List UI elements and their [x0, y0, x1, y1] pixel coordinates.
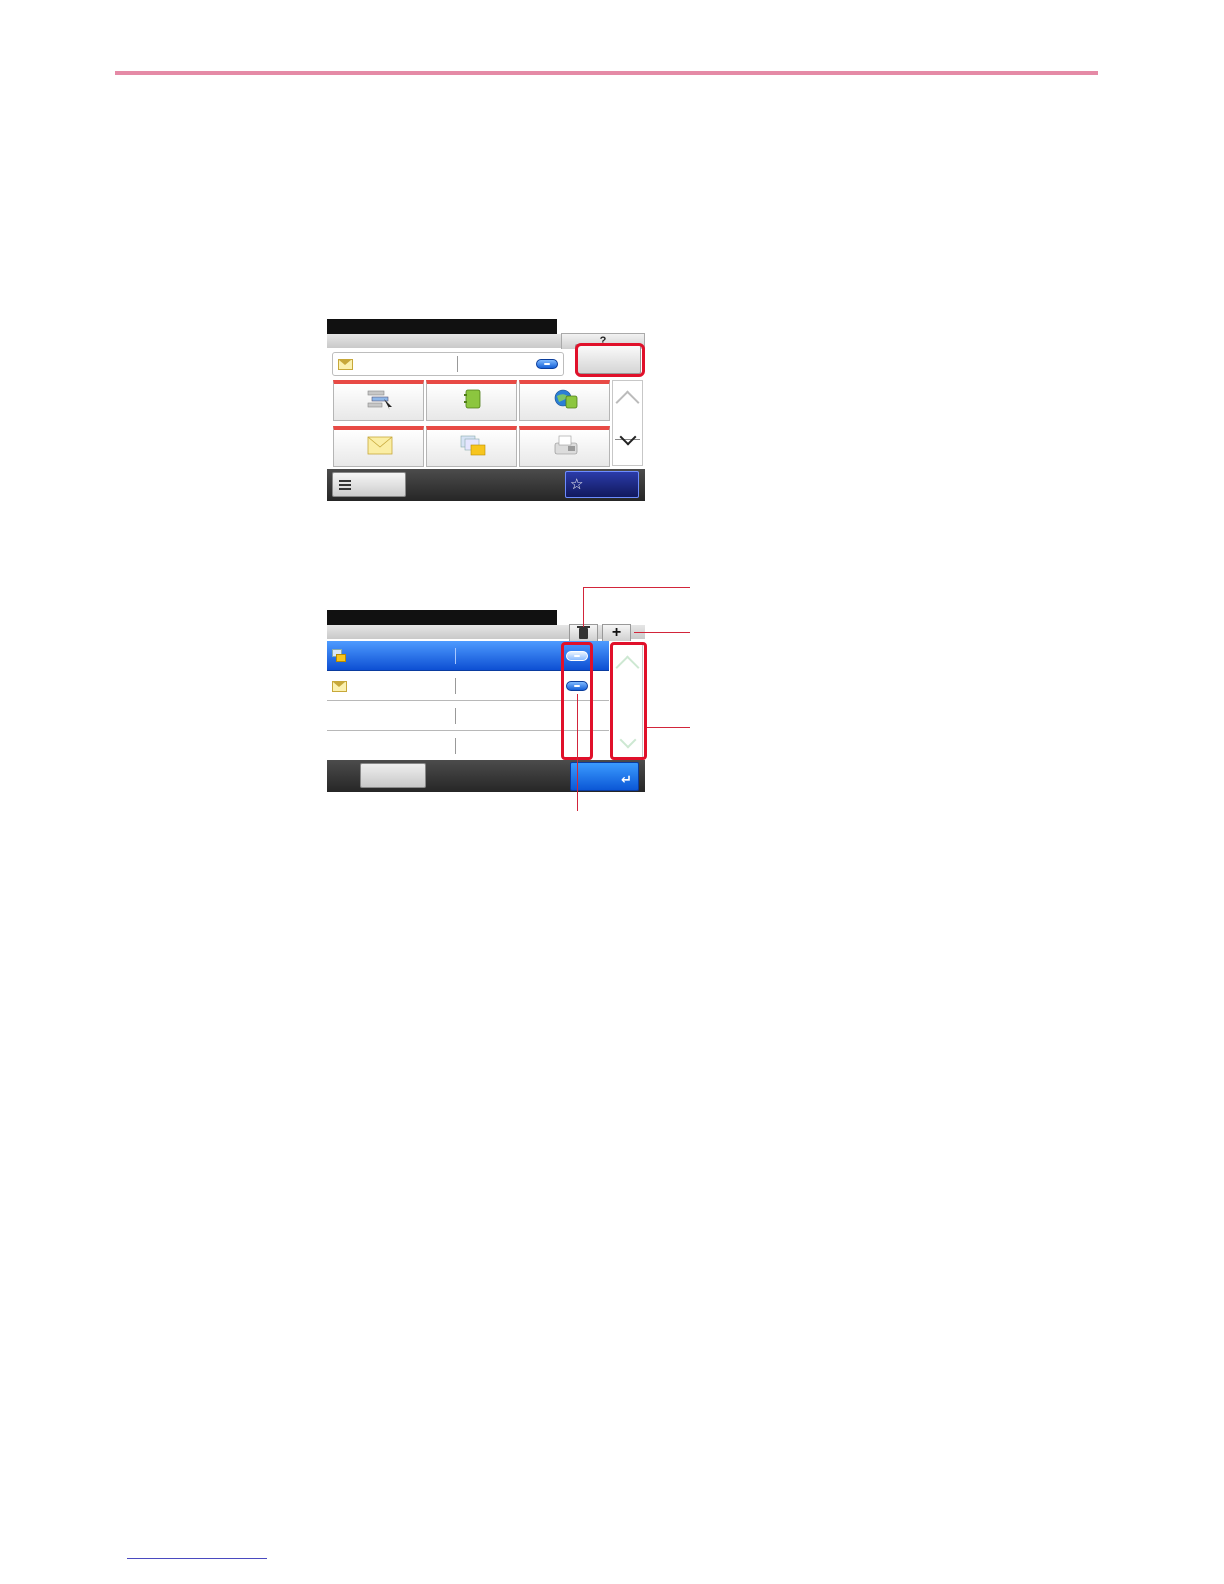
callout-delete-stem	[583, 587, 584, 627]
email-icon	[367, 436, 393, 455]
plus-icon: +	[611, 624, 622, 641]
folder-icon	[332, 649, 346, 663]
scroll-bar-highlight	[610, 642, 647, 760]
column-divider	[455, 738, 456, 754]
tile-ext-address-book[interactable]	[519, 380, 610, 421]
trash-icon	[577, 626, 590, 639]
list-icon	[339, 480, 351, 490]
enter-icon: ↵	[621, 773, 632, 788]
envelope-icon	[332, 681, 347, 692]
cancel-button[interactable]	[360, 763, 426, 788]
fax-icon	[554, 435, 578, 455]
column-divider	[455, 648, 456, 664]
column-divider	[457, 356, 458, 372]
tile-one-touch-key[interactable]	[333, 380, 424, 421]
footer-link-underline	[127, 1558, 267, 1559]
destination-list-screen: + ↵	[327, 610, 645, 792]
favorites-button[interactable]: ☆	[565, 471, 639, 498]
scroll-down-icon[interactable]	[619, 428, 637, 446]
add-button[interactable]: +	[602, 624, 631, 641]
tile-address-book[interactable]	[426, 380, 517, 421]
tile-fax[interactable]	[519, 426, 610, 467]
tile-email[interactable]	[333, 426, 424, 467]
callout-scroll	[647, 727, 690, 728]
callout-detail	[577, 694, 578, 811]
address-book-icon	[464, 389, 481, 409]
bottom-bar: ☆	[327, 469, 645, 501]
send-screen: ? ☆	[327, 319, 645, 501]
envelope-icon	[338, 359, 353, 370]
status-bar	[327, 319, 557, 334]
tile-folder[interactable]	[426, 426, 517, 467]
scroll-bar[interactable]	[612, 380, 643, 466]
callout-delete	[583, 587, 690, 588]
detail-button[interactable]	[536, 359, 558, 369]
destination-row[interactable]	[332, 352, 564, 376]
column-divider	[455, 678, 456, 694]
ok-button[interactable]: ↵	[570, 762, 639, 791]
status-bar	[327, 610, 557, 625]
destination-list-button[interactable]	[332, 472, 406, 497]
one-touch-key-icon	[367, 390, 392, 410]
header-rule	[115, 71, 1098, 75]
bottom-bar: ↵	[327, 760, 645, 792]
star-icon: ☆	[570, 475, 584, 493]
callout-add	[634, 632, 690, 633]
scroll-up-icon[interactable]	[615, 390, 640, 415]
highlight-frame	[575, 343, 645, 377]
folder-icon	[460, 435, 486, 456]
column-divider	[455, 708, 456, 724]
globe-address-book-icon	[554, 389, 578, 409]
